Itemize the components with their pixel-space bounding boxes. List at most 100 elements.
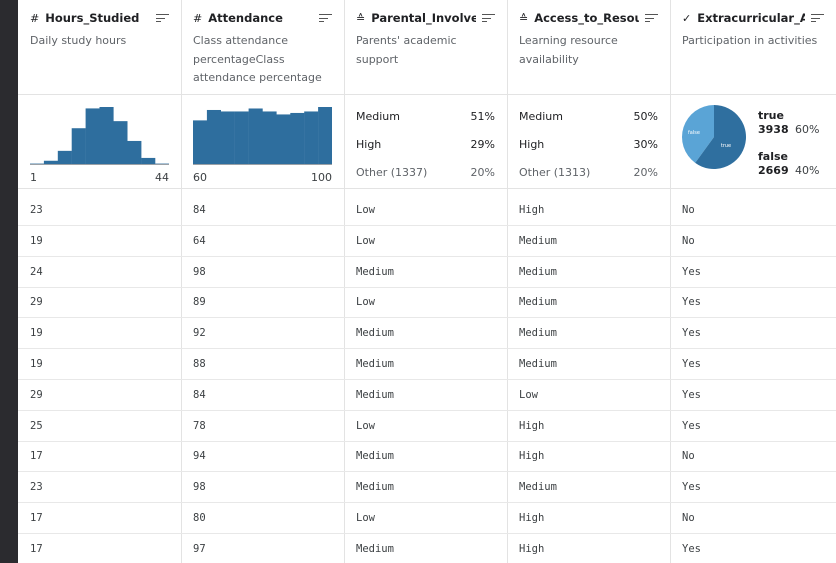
table-cell[interactable]: 78 [181,411,344,442]
table-cell[interactable]: 84 [181,195,344,226]
table-cell[interactable]: 25 [18,411,181,442]
column-header[interactable]: ✓ Extracurricular_A... Participation in ac… [670,0,836,95]
legend-false-count: 2669 [758,164,789,177]
table-cell[interactable]: High [507,195,670,226]
category-percent: 50% [633,110,658,123]
column-name: Access_to_Resou... [534,11,639,25]
table-cell[interactable]: Medium [344,318,507,350]
table-cell[interactable]: 17 [18,441,181,473]
column-parental-involvement: ≙ Parental_Involve... Parents' academic su… [344,0,508,563]
table-cell[interactable]: Low [507,380,670,411]
table-cell[interactable]: 97 [181,534,344,563]
table-cell[interactable]: 29 [18,287,181,319]
table-cell[interactable]: Medium [507,349,670,380]
table-cell[interactable]: 98 [181,472,344,504]
column-name: Parental_Involve... [371,11,476,25]
table-cell[interactable]: 88 [181,349,344,380]
table-cell[interactable]: Low [344,195,507,226]
table-cell[interactable]: Medium [507,318,670,350]
table-cell[interactable]: Low [344,287,507,319]
table-cell[interactable]: High [507,441,670,473]
table-cell[interactable]: 98 [181,257,344,288]
table-cell[interactable]: 92 [181,318,344,350]
column-type-icon: ✓ [682,11,692,25]
table-cell[interactable]: 24 [18,257,181,288]
table-cell[interactable]: Low [344,226,507,257]
range-max: 44 [155,171,169,184]
category-percent: 51% [470,110,495,123]
table-cell[interactable]: 23 [18,195,181,226]
column-attendance: # Attendance Class attendance percentageCl… [181,0,345,563]
column-title: ≙ Parental_Involve... [356,9,495,27]
sort-icon[interactable] [482,13,495,23]
table-cell[interactable]: Medium [507,472,670,504]
table-cell[interactable]: Yes [670,472,836,504]
table-cell[interactable]: 84 [181,380,344,411]
table-cell[interactable]: Medium [344,534,507,563]
table-cell[interactable]: Medium [344,257,507,288]
column-type-icon: ≙ [356,11,366,25]
column-summary: Medium 50% High 30% Other (1313) 20% [507,95,670,189]
table-cell[interactable]: Medium [507,287,670,319]
column-type-icon: # [193,11,203,25]
table-cell[interactable]: Yes [670,411,836,442]
column-description: Daily study hours [30,34,127,47]
table-cell[interactable]: Yes [670,349,836,380]
table-cell[interactable]: 19 [18,226,181,257]
legend-true-count: 3938 [758,123,789,136]
table-cell[interactable]: 80 [181,503,344,534]
category-percent: 29% [470,138,495,151]
histogram-bar [193,120,208,165]
table-cell[interactable]: High [507,534,670,563]
table-cell[interactable]: 23 [18,472,181,504]
table-cell[interactable]: 64 [181,226,344,257]
table-cell[interactable]: No [670,503,836,534]
table-cell[interactable]: Yes [670,534,836,563]
range-max: 100 [311,171,332,184]
table-cell[interactable]: Yes [670,257,836,288]
legend-true-label: true [758,109,784,122]
category-row: Other (1313) 20% [519,166,658,179]
table-cell[interactable]: No [670,226,836,257]
table-cell[interactable]: Medium [507,257,670,288]
column-header[interactable]: ≙ Access_to_Resou... Learning resource ava… [507,0,670,95]
table-cell[interactable]: Yes [670,318,836,350]
column-summary: Medium 51% High 29% Other (1337) 20% [344,95,507,189]
table-cell[interactable]: High [507,503,670,534]
column-title: ≙ Access_to_Resou... [519,9,658,27]
table-cell[interactable]: 89 [181,287,344,319]
table-cell[interactable]: Low [344,503,507,534]
pie-label-true: true [721,143,731,149]
table-cell[interactable]: Medium [344,441,507,473]
table-cell[interactable]: High [507,411,670,442]
table-cell[interactable]: Low [344,411,507,442]
table-cell[interactable]: 29 [18,380,181,411]
table-cell[interactable]: Medium [507,226,670,257]
table-cell[interactable]: Yes [670,287,836,319]
sort-icon[interactable] [319,13,332,23]
table-cell[interactable]: No [670,441,836,473]
column-summary: 60 100 [181,95,344,189]
sort-icon[interactable] [811,13,824,23]
column-description: Class attendance percentageClass attenda… [193,34,322,84]
table-cell[interactable]: No [670,195,836,226]
table-cell[interactable]: 94 [181,441,344,473]
histogram-bar [220,111,235,165]
table-cell[interactable]: 19 [18,349,181,380]
column-header[interactable]: ≙ Parental_Involve... Parents' academic su… [344,0,507,95]
category-label: High [519,138,545,151]
sort-icon[interactable] [156,13,169,23]
histogram-chart [30,107,169,165]
table-cell[interactable]: Medium [344,472,507,504]
sort-icon[interactable] [645,13,658,23]
histogram-bar [113,121,128,165]
table-cell[interactable]: 17 [18,503,181,534]
table-cell[interactable]: 17 [18,534,181,563]
table-cell[interactable]: 19 [18,318,181,350]
table-cell[interactable]: Medium [344,349,507,380]
column-header[interactable]: # Attendance Class attendance percentageCl… [181,0,344,95]
column-hours-studied: # Hours_Studied Daily study hours 1 44 23 19 24… [18,0,182,563]
column-header[interactable]: # Hours_Studied Daily study hours [18,0,181,95]
table-cell[interactable]: Medium [344,380,507,411]
table-cell[interactable]: Yes [670,380,836,411]
